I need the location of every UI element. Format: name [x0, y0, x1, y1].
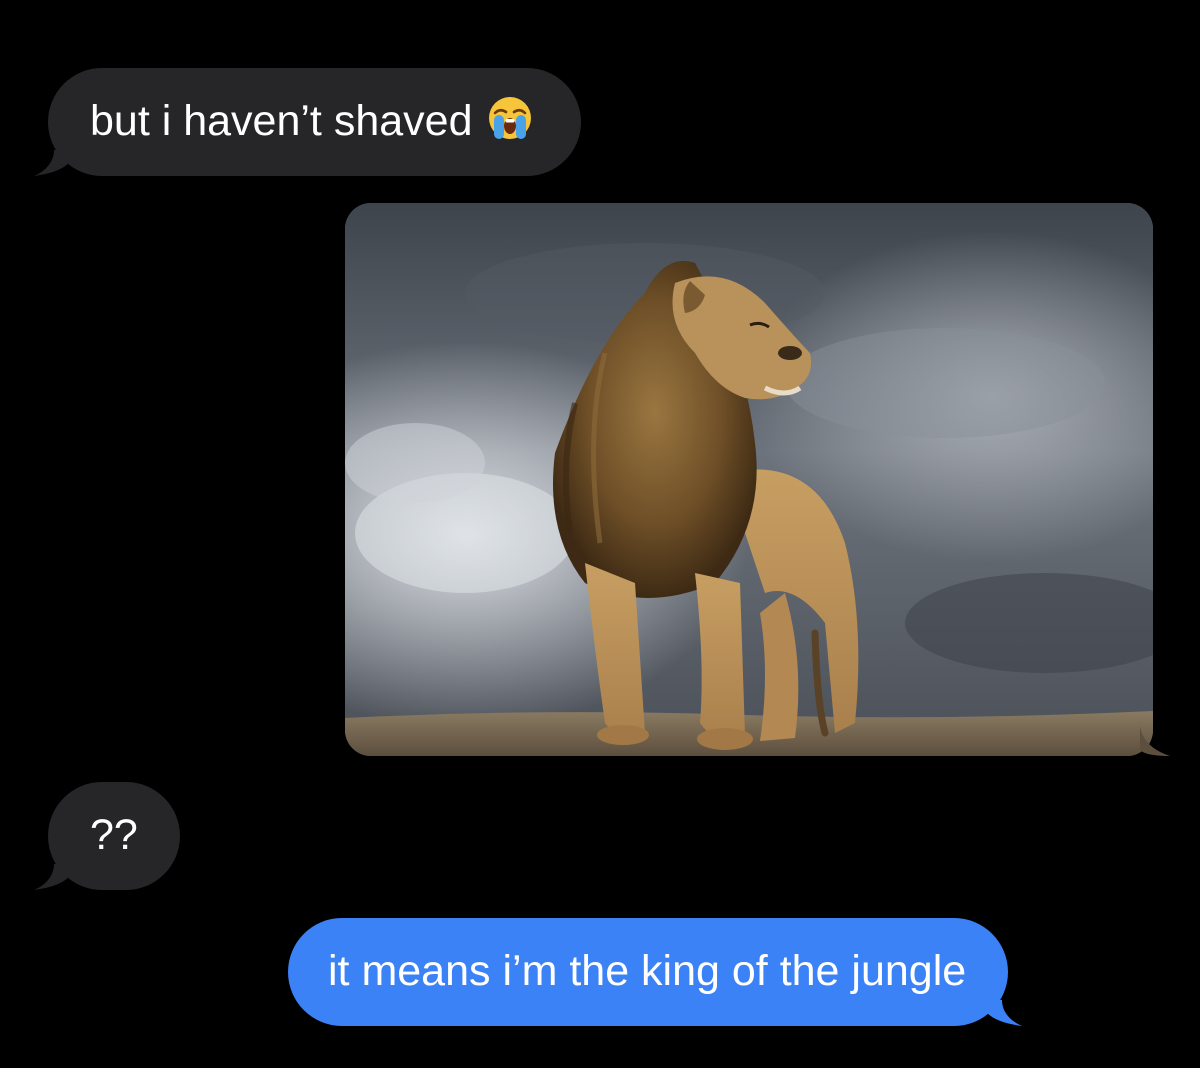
bubble-tail	[34, 150, 74, 176]
lion-photo-message[interactable]	[345, 203, 1153, 756]
incoming-message-bubble[interactable]: but i haven’t shaved	[34, 68, 581, 176]
message-text: but i haven’t shaved	[90, 97, 473, 145]
bubble-tail	[34, 864, 74, 890]
bubble-tail	[982, 1000, 1023, 1026]
lion-photo	[345, 203, 1153, 756]
incoming-message-bubble[interactable]: ??	[34, 782, 180, 890]
loudly-crying-face-emoji-icon	[487, 95, 533, 141]
bubble-tail	[1140, 726, 1170, 756]
outgoing-message-bubble[interactable]: it means i’m the king of the jungle	[288, 918, 1023, 1026]
message-text: ??	[90, 811, 138, 859]
message-text: it means i’m the king of the jungle	[328, 947, 967, 995]
